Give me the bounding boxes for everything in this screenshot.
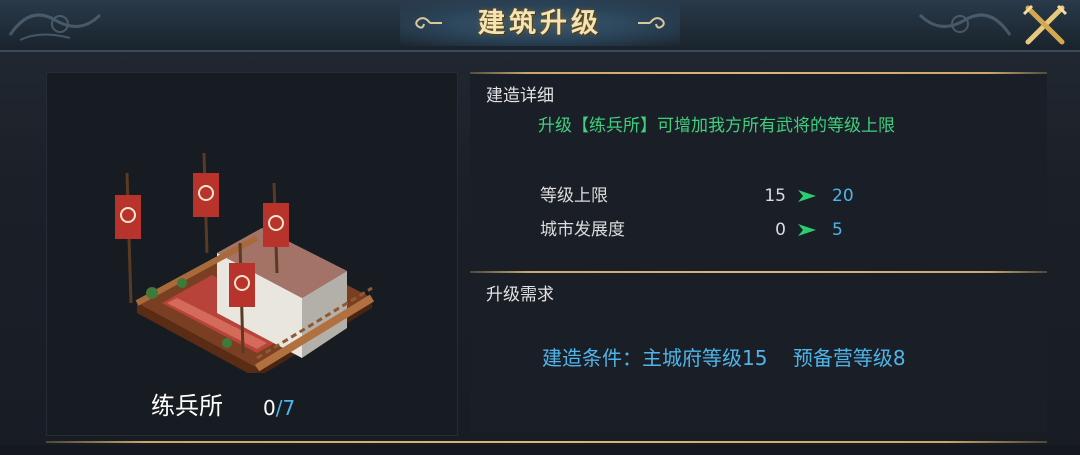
bottom-strip <box>0 445 1080 455</box>
dragon-pattern-left-icon <box>8 13 102 41</box>
green-arrow-right-icon <box>798 224 816 236</box>
dragon-pattern-right-icon <box>918 13 1012 36</box>
upgrade-requirements-panel: 升级需求 建造条件：主城府等级15 预备营等级8 <box>470 273 1047 433</box>
window-header: 建筑升级 <box>0 0 1080 52</box>
building-count-current: 0 <box>263 396 276 420</box>
cloud-scroll-ornament-icon <box>638 17 665 29</box>
requirements-section-title: 升级需求 <box>486 285 554 305</box>
building-upgrade-window: 建筑升级 练兵所 0/7 建造详细 升级【练兵所】可增加我方所有武将的等级上限 … <box>0 0 1080 455</box>
stat-label-city-development: 城市发展度 <box>540 220 625 240</box>
divider-bottom <box>46 441 1047 443</box>
cloud-scroll-ornament-icon <box>415 17 442 29</box>
build-details-panel: 建造详细 升级【练兵所】可增加我方所有武将的等级上限 等级上限 15 20 城市… <box>470 74 1047 270</box>
stat-from-level-cap: 15 <box>764 186 786 206</box>
building-count: 0/7 <box>263 395 295 421</box>
stat-to-level-cap: 20 <box>832 186 854 206</box>
crossed-swords-close-icon[interactable] <box>1020 2 1070 48</box>
green-arrow-right-icon <box>798 190 816 202</box>
requirements-text: 建造条件：主城府等级15 预备营等级8 <box>542 346 906 370</box>
building-preview-panel: 练兵所 0/7 <box>46 72 458 436</box>
upgrade-description: 升级【练兵所】可增加我方所有武将的等级上限 <box>538 116 895 136</box>
details-section-title: 建造详细 <box>486 86 554 106</box>
barracks-building-icon <box>115 153 375 373</box>
stat-label-level-cap: 等级上限 <box>540 186 608 206</box>
stat-to-city-development: 5 <box>832 220 843 240</box>
stat-from-city-development: 0 <box>775 220 786 240</box>
war-banner-icon <box>115 172 141 304</box>
window-title: 建筑升级 <box>478 8 602 39</box>
building-name: 练兵所 <box>151 392 223 420</box>
building-count-max: /7 <box>275 396 296 420</box>
